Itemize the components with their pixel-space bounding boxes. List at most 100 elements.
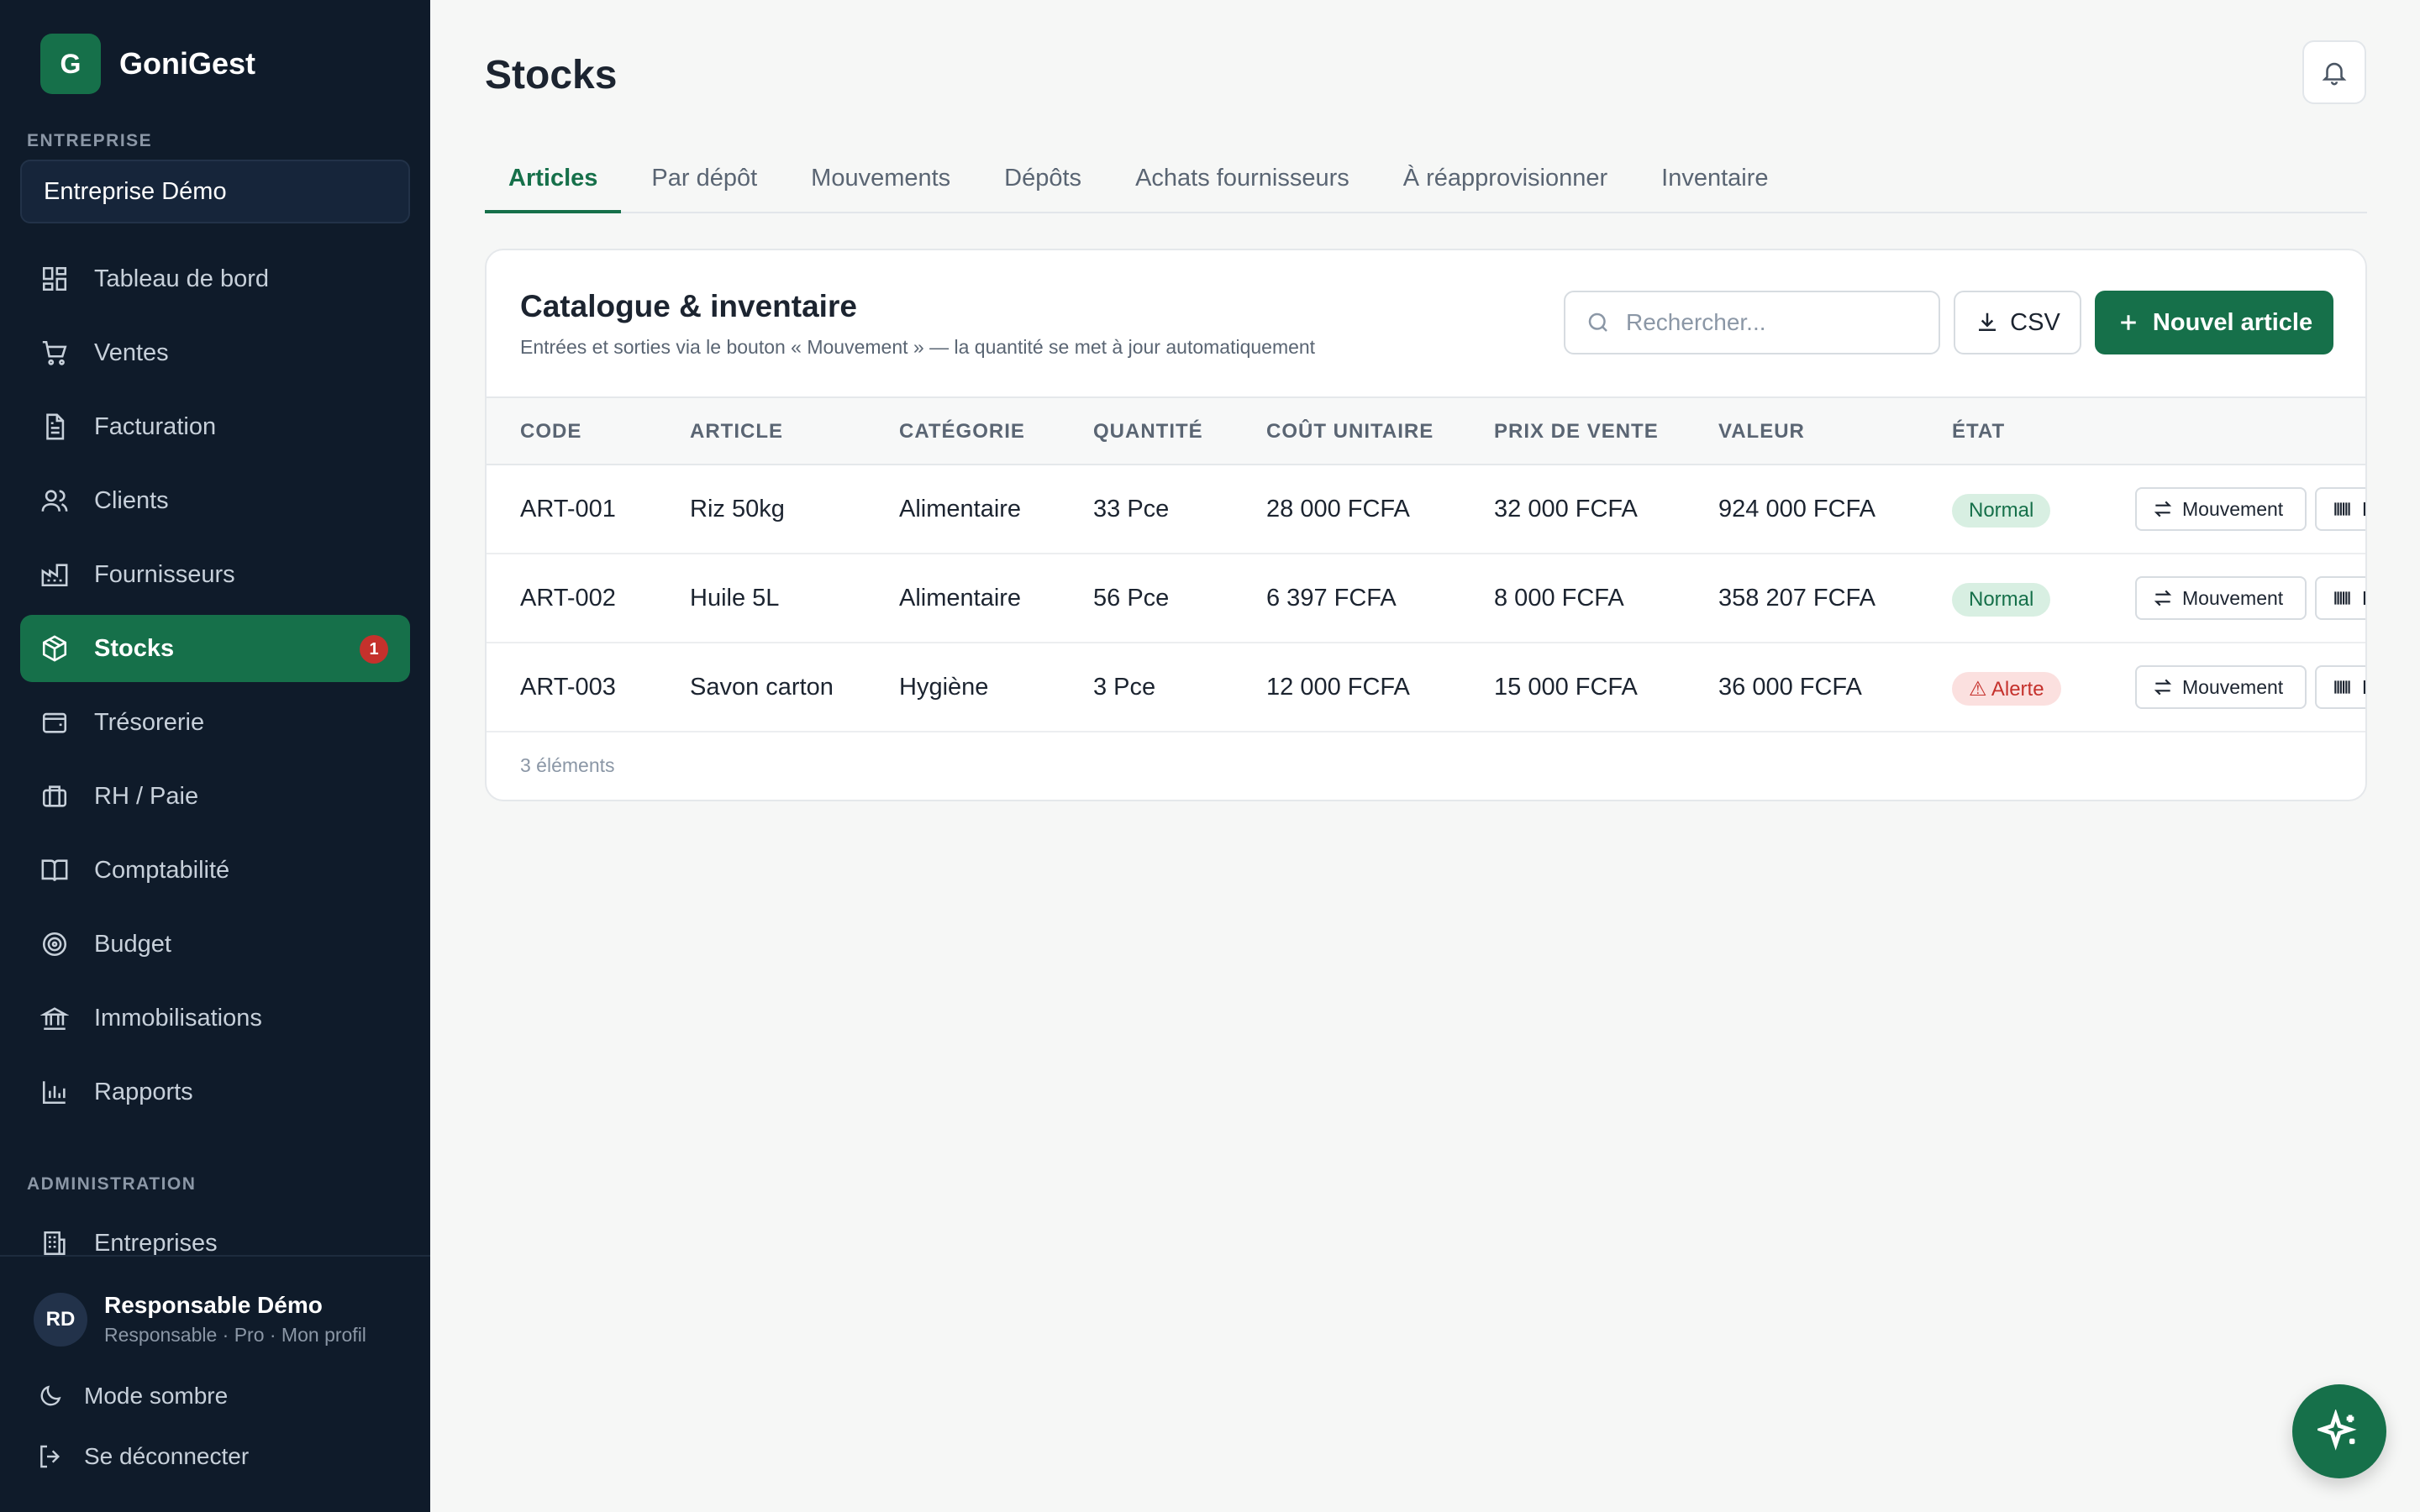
document-icon — [40, 412, 69, 441]
sidebar-item-rh-paie[interactable]: RH / Paie — [20, 763, 410, 830]
cell-valeur: 358 207 FCFA — [1718, 585, 1876, 612]
column-header-article[interactable]: ARTICLE — [690, 420, 783, 444]
logout-button[interactable]: Se déconnecter — [37, 1443, 249, 1470]
cell-prix-de-vente: 15 000 FCFA — [1494, 674, 1638, 701]
sidebar-item-entreprises[interactable]: Entreprises — [20, 1210, 410, 1260]
barcode-label: E — [2362, 587, 2365, 610]
sidebar-item-dashboard[interactable]: Tableau de bord — [20, 245, 410, 312]
cell-code: ART-002 — [520, 585, 616, 612]
swap-icon — [2154, 679, 2172, 696]
sidebar-item-tresorerie[interactable]: Trésorerie — [20, 689, 410, 756]
sidebar-item-clients[interactable]: Clients — [20, 467, 410, 534]
barcode-icon — [2334, 591, 2350, 605]
new-article-label: Nouvel article — [2152, 308, 2313, 336]
tab-a-reapprovisionner[interactable]: À réapprovisionner — [1380, 151, 1631, 213]
tab-articles[interactable]: Articles — [485, 151, 622, 213]
dashboard-icon — [40, 265, 69, 293]
cell-categorie: Alimentaire — [899, 585, 1022, 612]
brand[interactable]: G GoniGest — [40, 34, 255, 94]
brand-logo: G — [40, 34, 101, 94]
download-icon — [1979, 312, 1996, 331]
sidebar-item-immobilisations[interactable]: Immobilisations — [20, 984, 410, 1052]
user-name: Responsable Démo — [104, 1292, 323, 1318]
cell-code: ART-001 — [520, 496, 616, 522]
sidebar-item-stocks[interactable]: Stocks 1 — [20, 615, 410, 682]
barcode-button[interactable]: E — [2315, 487, 2365, 531]
user-text: Responsable Démo Responsable · Pro · Mon… — [104, 1292, 366, 1347]
tab-inventaire[interactable]: Inventaire — [1638, 151, 1791, 213]
column-header-code[interactable]: CODE — [520, 420, 581, 444]
movement-button[interactable]: Mouvement — [2135, 665, 2307, 709]
column-header-etat[interactable]: ÉTAT — [1952, 420, 2005, 444]
logout-icon — [40, 1445, 60, 1468]
sidebar-nav: Tableau de bord Ventes Facturation Clien… — [20, 245, 410, 1132]
new-article-button[interactable]: Nouvel article — [2095, 291, 2333, 354]
moon-icon — [40, 1385, 61, 1406]
admin-section-label: ADMINISTRATION — [27, 1174, 197, 1194]
logout-label: Se déconnecter — [84, 1443, 250, 1469]
sidebar-item-label: Trésorerie — [94, 708, 205, 736]
target-icon — [40, 930, 69, 958]
sidebar-item-label: Tableau de bord — [94, 265, 269, 292]
sidebar-item-rapports[interactable]: Rapports — [20, 1058, 410, 1126]
column-header-quantite[interactable]: QUANTITÉ — [1093, 420, 1203, 444]
card-subtitle: Entrées et sorties via le bouton « Mouve… — [520, 336, 1316, 358]
dark-mode-label: Mode sombre — [84, 1383, 229, 1409]
sidebar-item-fournisseurs[interactable]: Fournisseurs — [20, 541, 410, 608]
search-box[interactable] — [1564, 291, 1940, 354]
sidebar-item-label: Budget — [94, 930, 171, 958]
column-header-cout-unitaire[interactable]: COÛT UNITAIRE — [1266, 420, 1434, 444]
cart-icon — [40, 339, 69, 367]
search-icon — [1588, 312, 1607, 332]
tab-achats-fournisseurs[interactable]: Achats fournisseurs — [1112, 151, 1373, 213]
company-selector[interactable]: Entreprise Démo — [20, 160, 410, 223]
sidebar-item-budget[interactable]: Budget — [20, 911, 410, 978]
movement-button[interactable]: Mouvement — [2135, 487, 2307, 531]
cell-quantite: 3 Pce — [1093, 674, 1156, 701]
barcode-button[interactable]: E — [2315, 576, 2365, 620]
movement-label: Mouvement — [2182, 586, 2284, 609]
tab-depots[interactable]: Dépôts — [981, 151, 1105, 213]
cell-quantite: 33 Pce — [1093, 496, 1170, 522]
export-csv-button[interactable]: CSV — [1954, 291, 2081, 354]
plus-icon — [2121, 315, 2136, 330]
column-header-prix-de-vente[interactable]: PRIX DE VENTE — [1494, 420, 1659, 444]
card-title: Catalogue & inventaire — [520, 289, 857, 323]
movement-label: Mouvement — [2182, 497, 2284, 520]
notifications-button[interactable] — [2302, 40, 2366, 104]
sidebar-item-facturation[interactable]: Facturation — [20, 393, 410, 460]
table-header: CODE ARTICLE CATÉGORIE QUANTITÉ COÛT UNI… — [487, 396, 2365, 465]
barcode-button[interactable]: E — [2315, 665, 2365, 709]
page-title: Stocks — [485, 53, 618, 97]
csv-label: CSV — [2010, 308, 2060, 336]
brand-name: GoniGest — [119, 46, 256, 81]
sidebar-item-label: Comptabilité — [94, 856, 230, 884]
user-profile[interactable]: RD Responsable Démo Responsable · Pro · … — [34, 1292, 366, 1347]
building-icon — [40, 1229, 69, 1257]
column-header-categorie[interactable]: CATÉGORIE — [899, 420, 1025, 444]
bar-chart-icon — [40, 1078, 69, 1106]
sparkles-icon — [2317, 1410, 2357, 1451]
dark-mode-toggle[interactable]: Mode sombre — [37, 1383, 228, 1410]
search-input[interactable] — [1626, 309, 1928, 336]
movement-label: Mouvement — [2182, 675, 2284, 698]
cell-article: Savon carton — [690, 674, 834, 701]
sidebar-item-ventes[interactable]: Ventes — [20, 319, 410, 386]
sidebar-item-comptabilite[interactable]: Comptabilité — [20, 837, 410, 904]
cell-cout-unitaire: 12 000 FCFA — [1266, 674, 1410, 701]
wallet-icon — [40, 708, 69, 737]
table-row[interactable]: ART-003 Savon carton Hygiène 3 Pce 12 00… — [487, 643, 2365, 732]
briefcase-icon — [40, 782, 69, 811]
table-row[interactable]: ART-002 Huile 5L Alimentaire 56 Pce 6 39… — [487, 554, 2365, 643]
tab-par-depot[interactable]: Par dépôt — [628, 151, 781, 213]
barcode-icon — [2334, 502, 2350, 516]
tab-bar: Articles Par dépôt Mouvements Dépôts Ach… — [485, 151, 2367, 213]
cell-code: ART-003 — [520, 674, 616, 701]
movement-button[interactable]: Mouvement — [2135, 576, 2307, 620]
book-icon — [40, 856, 69, 885]
table-row[interactable]: ART-001 Riz 50kg Alimentaire 33 Pce 28 0… — [487, 465, 2365, 554]
column-header-valeur[interactable]: VALEUR — [1718, 420, 1805, 444]
ai-assistant-button[interactable] — [2292, 1384, 2386, 1478]
tab-mouvements[interactable]: Mouvements — [787, 151, 974, 213]
catalogue-card: Catalogue & inventaire Entrées et sortie… — [485, 249, 2367, 801]
